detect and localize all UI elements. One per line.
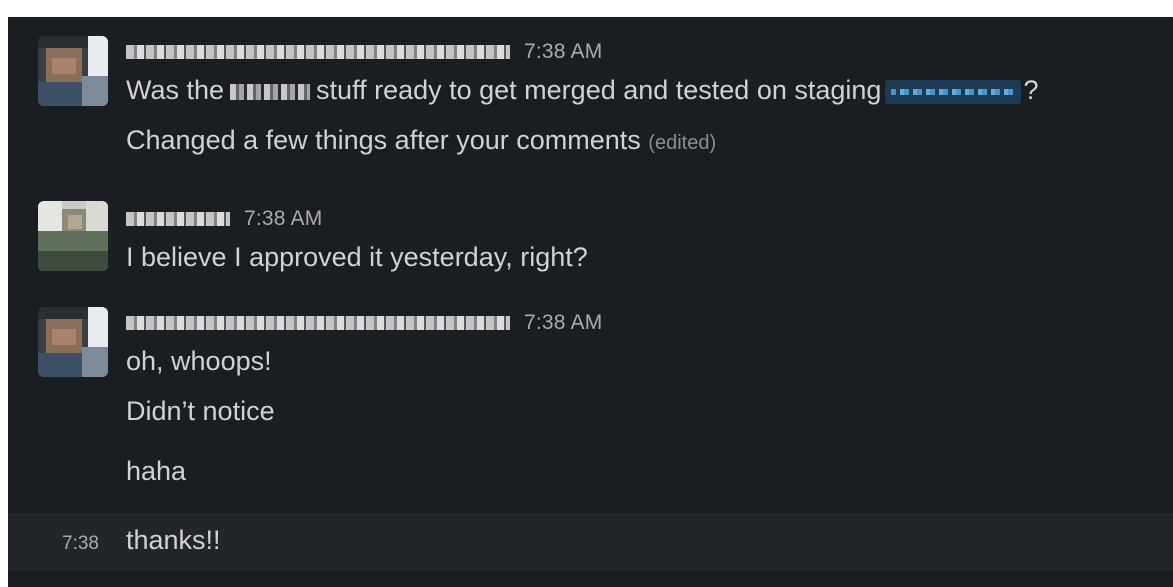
avatar-image [38, 307, 108, 377]
message-text-part: Changed a few things after your comments [126, 125, 641, 155]
message-timestamp[interactable]: 7:38 AM [524, 40, 602, 64]
message-hover-timestamp[interactable]: 7:38 [62, 533, 99, 555]
avatar-image [38, 201, 108, 271]
message-text-part: stuff ready to get merged and tested on … [316, 75, 882, 105]
edited-label: (edited) [648, 132, 717, 154]
message-header: 7:38 AM [126, 34, 1173, 70]
message-text: Didn’t notice [126, 381, 1173, 441]
hovered-message[interactable]: 7:38 thanks!! [8, 513, 1173, 571]
channel-mention[interactable] [885, 79, 1022, 104]
avatar-image [38, 36, 108, 106]
message-list: 7:38 AM Was the stuff ready to get merged… [8, 17, 1173, 587]
message-timestamp[interactable]: 7:38 AM [244, 207, 322, 231]
message-header: 7:38 AM [126, 305, 1173, 341]
avatar[interactable] [38, 201, 108, 271]
message-text: oh, whoops! [126, 341, 1173, 381]
message-timestamp[interactable]: 7:38 AM [524, 311, 602, 335]
message-group: 7:38 AM I believe I approved it yesterda… [8, 201, 1173, 277]
message-text: thanks!! [126, 525, 221, 555]
message-text: Was the stuff ready to get merged and tes… [126, 70, 1173, 110]
message-text-part: Didn’t notice [126, 396, 275, 426]
message-text-part: haha [126, 456, 187, 486]
avatar[interactable] [38, 36, 108, 106]
message-text-part: oh, whoops! [126, 346, 272, 376]
author-name-redacted[interactable] [126, 45, 510, 59]
author-name-redacted[interactable] [126, 316, 510, 330]
avatar[interactable] [38, 307, 108, 377]
author-name-redacted[interactable] [126, 212, 230, 226]
message-group: 7:38 AM Was the stuff ready to get merged… [8, 34, 1173, 173]
message-group: 7:38 AM oh, whoops! Didn’t notice haha [8, 305, 1173, 501]
message-text: I believe I approved it yesterday, right… [126, 237, 1173, 277]
message-text-part: ? [1023, 75, 1039, 105]
message-header: 7:38 AM [126, 201, 1173, 237]
message-text-part: I believe I approved it yesterday, right… [126, 242, 588, 272]
message-text-part: Was the [126, 75, 225, 105]
message-text: haha [126, 441, 1173, 501]
message-text: Changed a few things after your comments… [126, 110, 1173, 173]
redacted-text [230, 83, 311, 100]
